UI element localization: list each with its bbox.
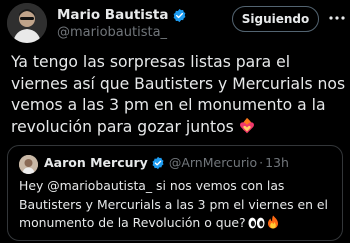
author-name-row: Mario Bautista — [57, 7, 187, 23]
tweet-text: Ya tengo las sorpresas listas para el vi… — [11, 52, 346, 139]
tweet-text-line: revolución para gozar juntos — [11, 117, 234, 136]
verified-badge-icon[interactable] — [172, 8, 187, 23]
fire-icon — [267, 215, 279, 229]
tweet-text-line-last: revolución para gozar juntos — [11, 117, 343, 139]
quoted-author-avatar[interactable] — [19, 155, 38, 174]
author-name[interactable]: Mario Bautista — [57, 7, 169, 23]
author-avatar[interactable] — [7, 3, 47, 43]
quoted-text-line: Bautisters y Mercurials a las 3 pm el vi… — [19, 196, 328, 212]
quoted-tweet-text: Hey @mariobautista_ si nos vemos con las… — [19, 177, 339, 233]
quoted-tweet-time[interactable]: 13h — [265, 155, 289, 170]
tweet-text-line: viernes así que Bautisters y Mercurials … — [11, 74, 346, 93]
quoted-author-row: Aaron Mercury @ArnMercurio · 13h — [44, 155, 289, 170]
quoted-author-name[interactable]: Aaron Mercury — [44, 155, 148, 170]
quoted-author-handle[interactable]: @ArnMercurio — [169, 155, 257, 170]
tweet-card: Mario Bautista @mariobautista_ Siguiendo… — [0, 0, 350, 243]
quoted-text-line: monumento de la Revolución o que? — [19, 215, 246, 230]
following-button[interactable]: Siguiendo — [232, 6, 319, 32]
tweet-text-line: Ya tengo las sorpresas listas para el — [11, 53, 291, 71]
quoted-tweet[interactable]: Aaron Mercury @ArnMercurio · 13h Hey @ma… — [7, 145, 343, 241]
tweet-text-line: vemos a las 3 pm en el monumento a la — [11, 96, 326, 114]
heart-on-fire-icon — [238, 117, 256, 135]
eyes-icon — [248, 217, 265, 229]
quoted-text-line: Hey @mariobautista_ si nos vemos con las — [19, 178, 285, 193]
author-handle[interactable]: @mariobautista_ — [57, 25, 167, 40]
more-options-icon[interactable] — [328, 11, 346, 25]
verified-badge-icon — [151, 156, 165, 170]
separator-dot: · — [259, 155, 264, 170]
quoted-text-line-last: monumento de la Revolución o que? — [19, 214, 339, 233]
